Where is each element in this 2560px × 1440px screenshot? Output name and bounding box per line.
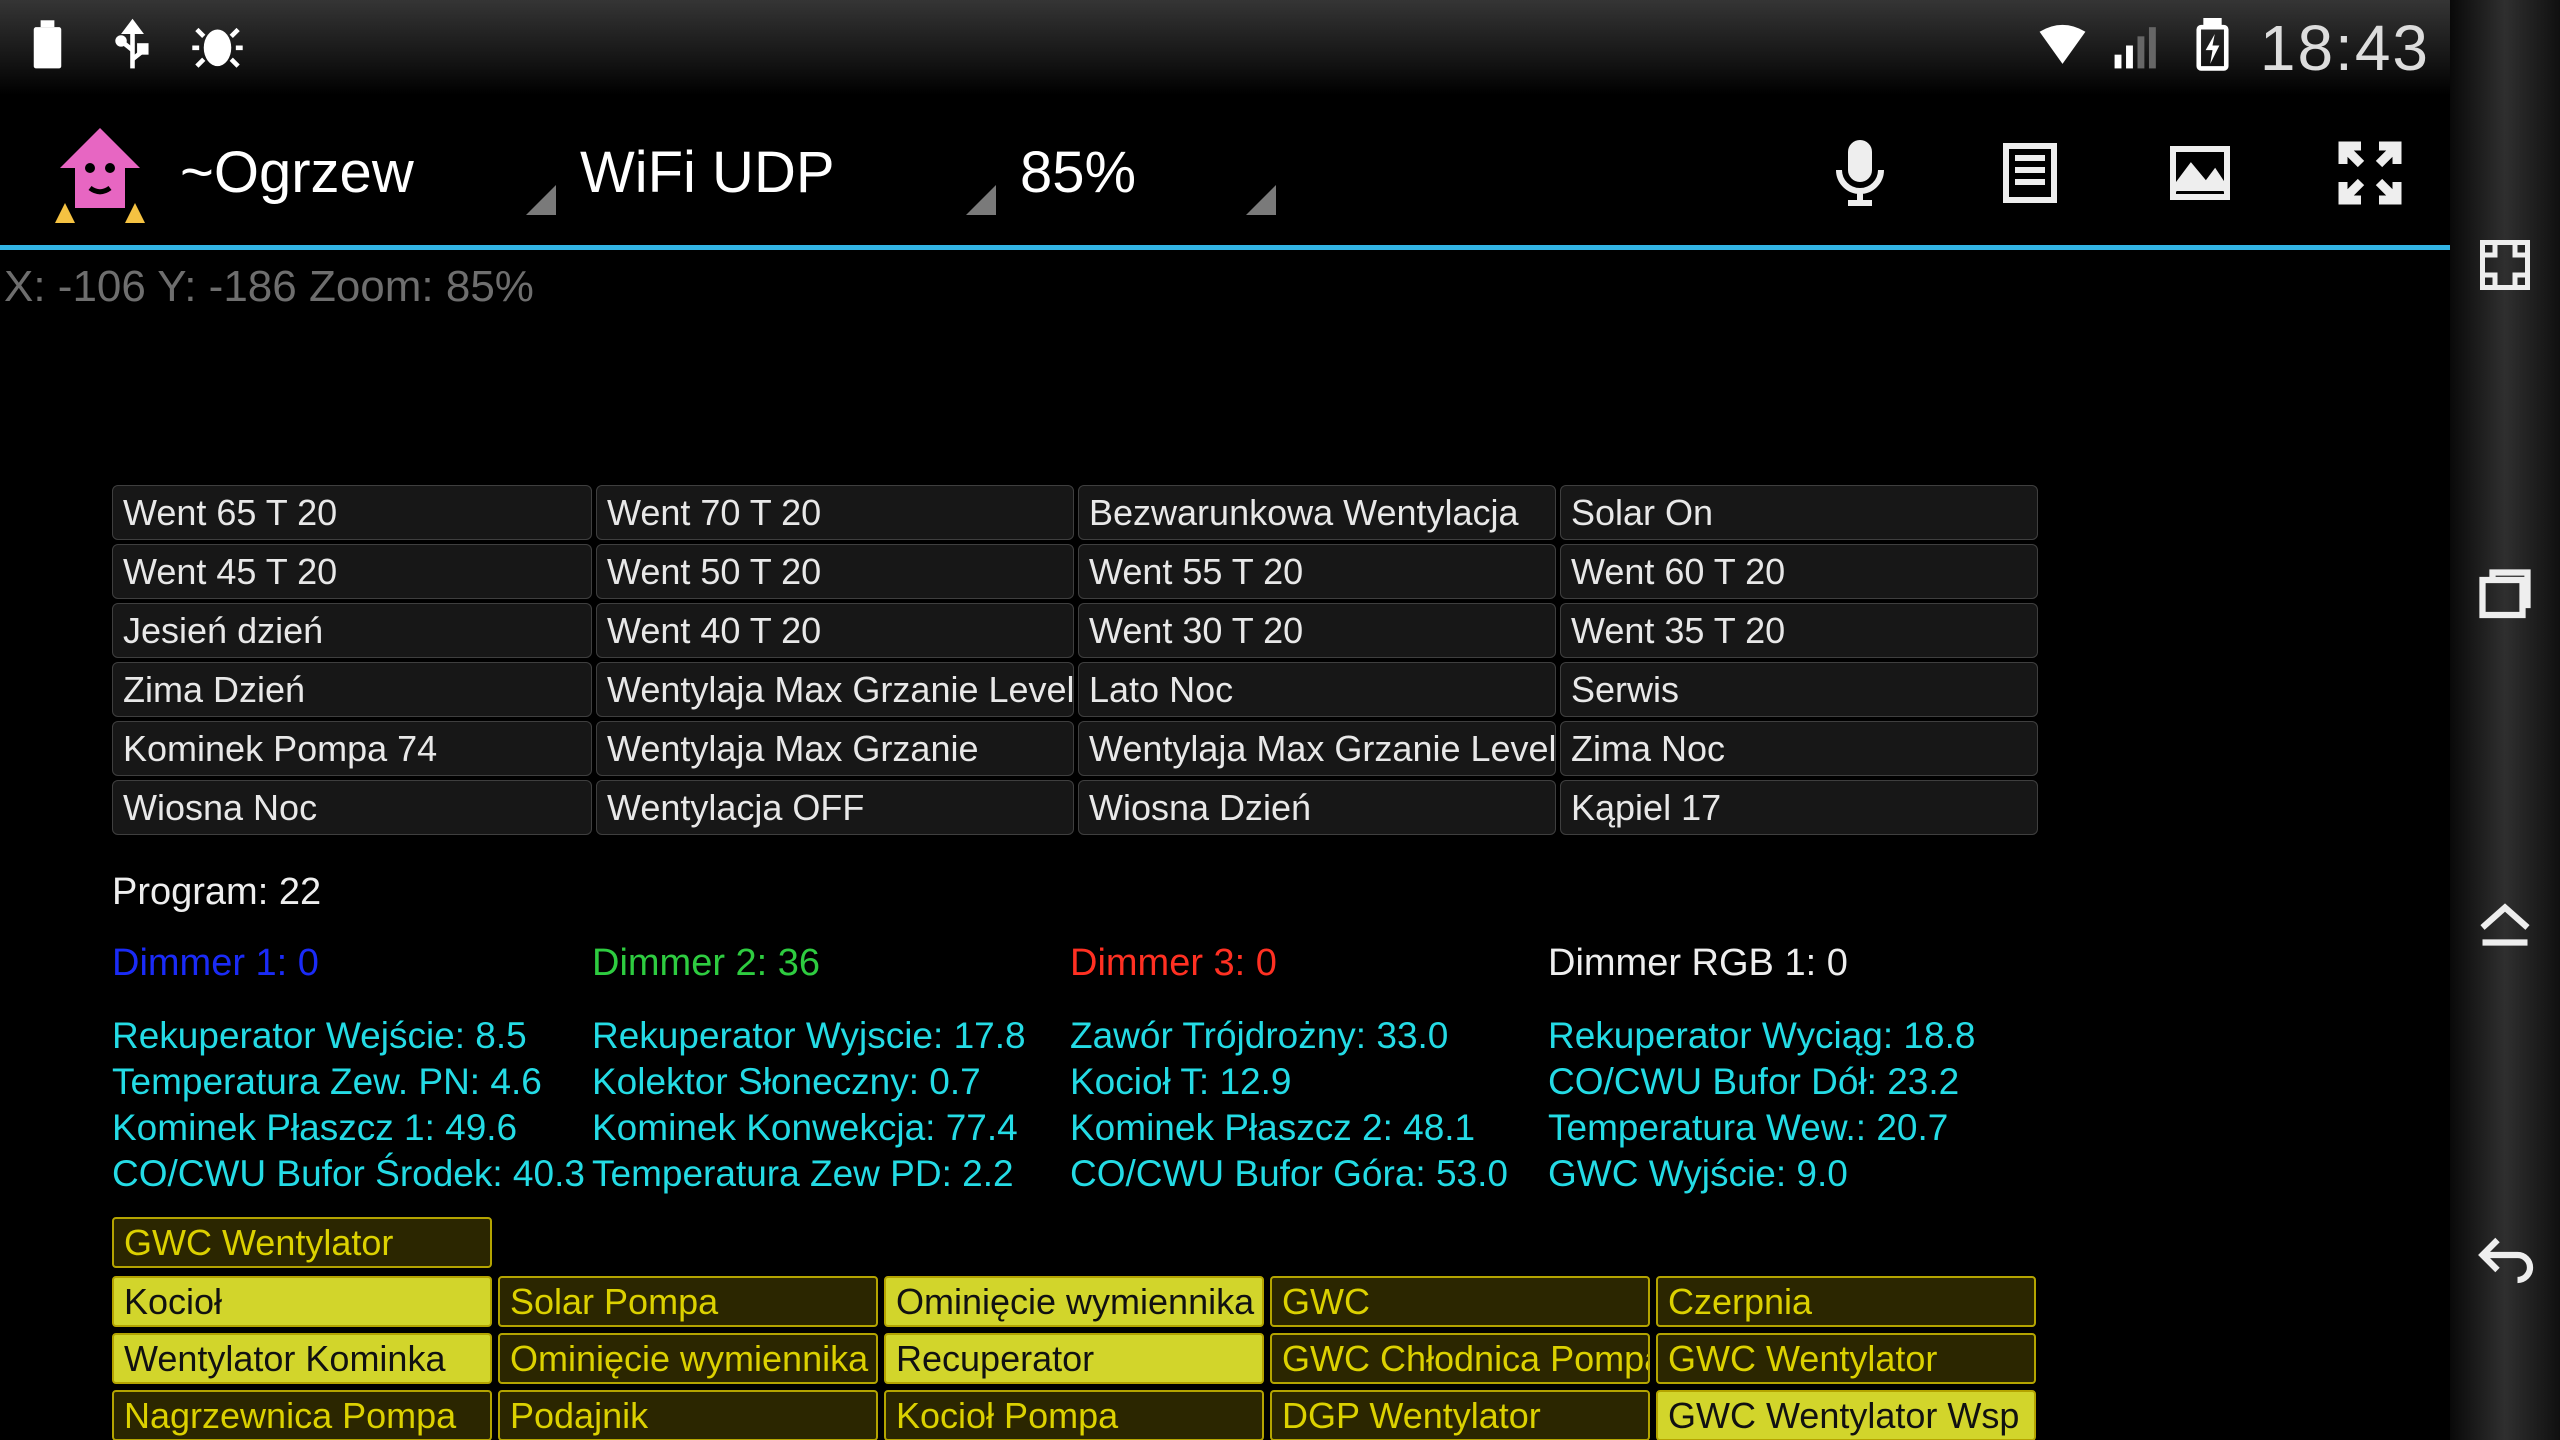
output-button[interactable]: Nagrzewnica Pompa <box>112 1390 492 1440</box>
sensor-reading: Kominek Płaszcz 2: 48.1 <box>1070 1105 1548 1151</box>
preset-button[interactable]: Wentylaja Max Grzanie Level 2 <box>596 662 1074 717</box>
output-button[interactable]: Kocioł <box>112 1276 492 1327</box>
battery-charging-icon <box>2185 18 2240 78</box>
status-time: 18:43 <box>2260 11 2430 85</box>
mode-spinner-label: ~Ogrzew <box>180 139 414 206</box>
preset-button[interactable]: Went 50 T 20 <box>596 544 1074 599</box>
main-panel: Went 65 T 20Went 70 T 20Bezwarunkowa Wen… <box>0 320 2450 1440</box>
preset-button[interactable]: Serwis <box>1560 662 2038 717</box>
recent-apps-button[interactable] <box>2470 560 2540 630</box>
preset-button[interactable]: Went 30 T 20 <box>1078 603 1556 658</box>
sensor-reading: CO/CWU Bufor Dół: 23.2 <box>1548 1059 2026 1105</box>
preset-button[interactable]: Went 35 T 20 <box>1560 603 2038 658</box>
output-button[interactable]: GWC Wentylator Wsp <box>1656 1390 2036 1440</box>
back-button[interactable] <box>2470 1220 2540 1290</box>
preset-button[interactable]: Jesień dzień <box>112 603 592 658</box>
output-button[interactable]: Ominięcie wymiennika - Tak <box>498 1333 878 1384</box>
dimmer-1: Dimmer 1: 0 <box>112 942 592 985</box>
sensor-reading: Temperatura Zew PD: 2.2 <box>592 1151 1070 1197</box>
minimize-button[interactable] <box>2470 230 2540 300</box>
sensor-reading: Kominek Płaszcz 1: 49.6 <box>112 1105 592 1151</box>
zoom-spinner[interactable]: 85% <box>1020 123 1280 223</box>
app-action-bar: ~Ogrzew WiFi UDP 85% <box>0 100 2450 250</box>
mode-spinner[interactable]: ~Ogrzew <box>180 123 560 223</box>
output-button[interactable]: Podajnik <box>498 1390 878 1440</box>
preset-button[interactable]: Lato Noc <box>1078 662 1556 717</box>
sensor-readings: Rekuperator Wejście: 8.5Rekuperator Wyjs… <box>112 1013 2450 1197</box>
battery-100-icon <box>20 18 75 78</box>
android-nav-rail <box>2450 0 2560 1440</box>
preset-button[interactable]: Wiosna Dzień <box>1078 780 1556 835</box>
preset-button[interactable]: Kąpiel 17 <box>1560 780 2038 835</box>
sensor-reading: Temperatura Zew. PN: 4.6 <box>112 1059 592 1105</box>
mic-button[interactable] <box>1820 133 1900 213</box>
zoom-spinner-label: 85% <box>1020 139 1136 206</box>
preset-button[interactable]: Bezwarunkowa Wentylacja <box>1078 485 1556 540</box>
preset-button[interactable]: Kominek Pompa 74 <box>112 721 592 776</box>
sensor-reading: Rekuperator Wyciąg: 18.8 <box>1548 1013 2026 1059</box>
dimmer-2: Dimmer 2: 36 <box>592 942 1070 985</box>
preset-button[interactable]: Went 40 T 20 <box>596 603 1074 658</box>
sensor-reading: Temperatura Wew.: 20.7 <box>1548 1105 2026 1151</box>
preset-button[interactable]: Went 65 T 20 <box>112 485 592 540</box>
preset-button[interactable]: Went 45 T 20 <box>112 544 592 599</box>
output-button[interactable]: Ominięcie wymiennika - Nie <box>884 1276 1264 1327</box>
sensor-reading: Kominek Konwekcja: 77.4 <box>592 1105 1070 1151</box>
debug-icon <box>190 18 245 78</box>
fullscreen-button[interactable] <box>2330 133 2410 213</box>
preset-button[interactable]: Zima Noc <box>1560 721 2038 776</box>
sensor-reading: Kolektor Słoneczny: 0.7 <box>592 1059 1070 1105</box>
output-grid: KociołSolar PompaOminięcie wymiennika - … <box>112 1276 2450 1440</box>
signal-icon <box>2110 18 2165 78</box>
program-label: Program: 22 <box>112 871 2450 914</box>
preset-button[interactable]: Wiosna Noc <box>112 780 592 835</box>
connection-spinner-label: WiFi UDP <box>580 139 835 206</box>
sensor-reading: GWC Wyjście: 9.0 <box>1548 1151 2026 1197</box>
preset-button[interactable]: Wentylaja Max Grzanie Level 1 + DG <box>1078 721 1556 776</box>
gwc-wentylator-button[interactable]: GWC Wentylator <box>112 1217 492 1268</box>
output-button[interactable]: Solar Pompa <box>498 1276 878 1327</box>
preset-button[interactable]: Wentylacja OFF <box>596 780 1074 835</box>
preset-button[interactable]: Zima Dzień <box>112 662 592 717</box>
output-button[interactable]: GWC Wentylator <box>1656 1333 2036 1384</box>
output-button[interactable]: GWC Chłodnica Pompa <box>1270 1333 1650 1384</box>
sensor-reading: CO/CWU Bufor Góra: 53.0 <box>1070 1151 1548 1197</box>
sensor-reading: Rekuperator Wyjscie: 17.8 <box>592 1013 1070 1059</box>
output-button[interactable]: DGP Wentylator <box>1270 1390 1650 1440</box>
app-logo-icon[interactable] <box>40 113 160 233</box>
output-button[interactable]: Czerpnia <box>1656 1276 2036 1327</box>
sensor-reading: Rekuperator Wejście: 8.5 <box>112 1013 592 1059</box>
wifi-icon <box>2035 18 2090 78</box>
preset-button[interactable]: Went 55 T 20 <box>1078 544 1556 599</box>
preset-button[interactable]: Solar On <box>1560 485 2038 540</box>
dimmers-row: Dimmer 1: 0 Dimmer 2: 36 Dimmer 3: 0 Dim… <box>112 942 2450 985</box>
coordinates-label: X: -106 Y: -186 Zoom: 85% <box>4 262 534 312</box>
preset-button[interactable]: Went 60 T 20 <box>1560 544 2038 599</box>
sensor-reading: Kocioł T: 12.9 <box>1070 1059 1548 1105</box>
output-button[interactable]: Wentylator Kominka <box>112 1333 492 1384</box>
preset-button[interactable]: Went 70 T 20 <box>596 485 1074 540</box>
output-button[interactable]: Kocioł Pompa <box>884 1390 1264 1440</box>
list-button[interactable] <box>1990 133 2070 213</box>
preset-grid: Went 65 T 20Went 70 T 20Bezwarunkowa Wen… <box>112 485 2450 835</box>
image-button[interactable] <box>2160 133 2240 213</box>
sensor-reading: CO/CWU Bufor Środek: 40.3 <box>112 1151 592 1197</box>
sensor-reading: Zawór Trójdrożny: 33.0 <box>1070 1013 1548 1059</box>
gwc-wentylator-label: GWC Wentylator <box>124 1222 393 1264</box>
home-button[interactable] <box>2470 890 2540 960</box>
status-bar: 18:43 <box>0 0 2450 95</box>
output-button[interactable]: Recuperator <box>884 1333 1264 1384</box>
output-button[interactable]: GWC <box>1270 1276 1650 1327</box>
preset-button[interactable]: Wentylaja Max Grzanie <box>596 721 1074 776</box>
dimmer-rgb-1: Dimmer RGB 1: 0 <box>1548 942 2026 985</box>
usb-icon <box>105 18 160 78</box>
dimmer-3: Dimmer 3: 0 <box>1070 942 1548 985</box>
connection-spinner[interactable]: WiFi UDP <box>580 123 1000 223</box>
